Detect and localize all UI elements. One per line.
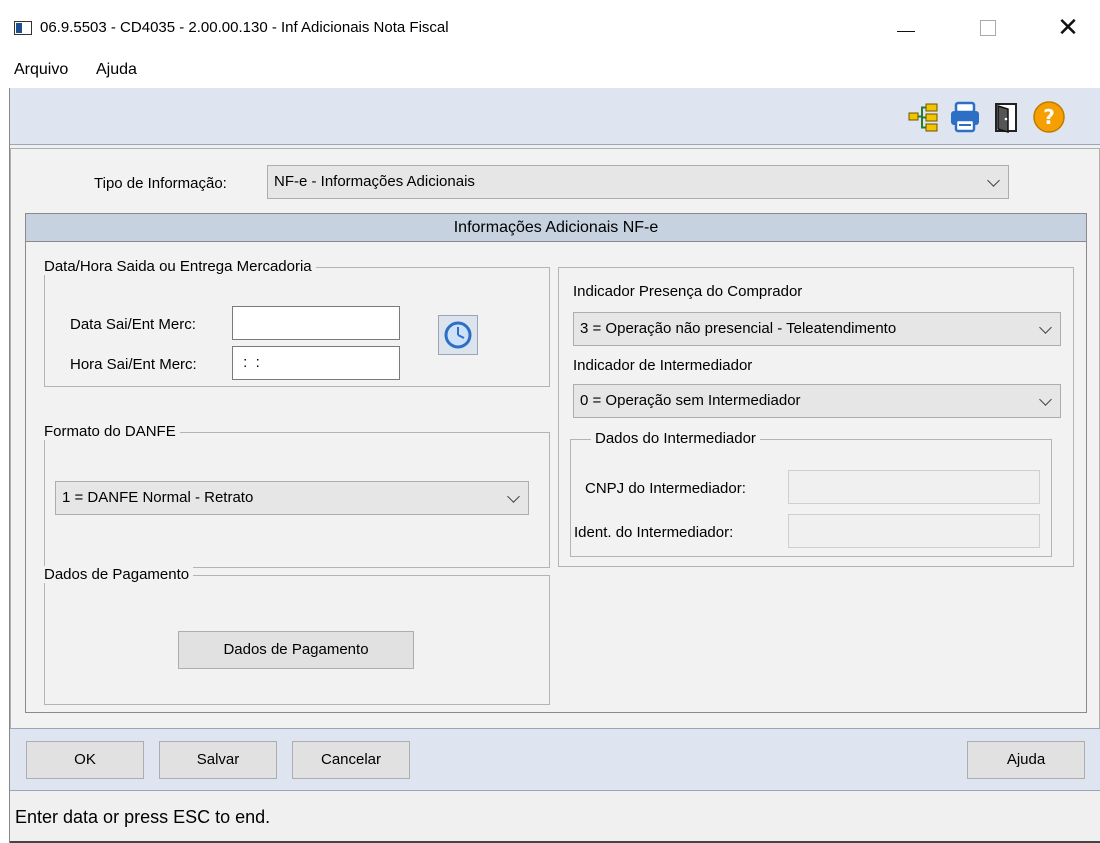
presenca-label: Indicador Presença do Comprador — [573, 283, 803, 300]
tipo-informacao-value: NF-e - Informações Adicionais — [274, 173, 475, 190]
chevron-down-icon — [507, 490, 520, 503]
formato-danfe-value: 1 = DANFE Normal - Retrato — [62, 489, 254, 506]
ident-label: Ident. do Intermediador: — [574, 524, 734, 541]
chevron-down-icon — [1039, 321, 1052, 334]
menu-bar: Arquivo Ajuda — [0, 56, 1100, 88]
tipo-informacao-label: Tipo de Informação: — [94, 175, 227, 192]
form-content: Tipo de Informação: NF-e - Informações A… — [10, 148, 1100, 766]
menu-arquivo[interactable]: Arquivo — [14, 61, 68, 79]
dados-intermediador-title: Dados do Intermediador — [591, 430, 760, 447]
exit-door-icon[interactable] — [990, 100, 1024, 134]
intermediador-select[interactable]: 0 = Operação sem Intermediador — [573, 384, 1061, 418]
maximize-button[interactable] — [968, 10, 1008, 46]
status-text: Enter data or press ESC to end. — [15, 807, 271, 827]
formato-danfe-group: Formato do DANFE 1 = DANFE Normal - Retr… — [44, 423, 550, 568]
clock-button[interactable] — [438, 315, 478, 355]
intermediador-value: 0 = Operação sem Intermediador — [580, 392, 801, 409]
help-icon[interactable]: ? — [1032, 100, 1066, 134]
hora-input[interactable]: : : — [232, 346, 400, 380]
chevron-down-icon — [987, 174, 1000, 187]
data-input[interactable] — [232, 306, 400, 340]
formato-danfe-select[interactable]: 1 = DANFE Normal - Retrato — [55, 481, 529, 515]
save-button[interactable]: Salvar — [159, 741, 277, 779]
dados-intermediador-group: Dados do Intermediador CNPJ do Intermedi… — [570, 430, 1052, 557]
formato-danfe-title: Formato do DANFE — [44, 423, 180, 440]
window-title: 06.9.5503 - CD4035 - 2.00.00.130 - Inf A… — [40, 19, 449, 36]
dados-pagamento-group: Dados de Pagamento Dados de Pagamento — [44, 566, 550, 705]
dados-pagamento-button[interactable]: Dados de Pagamento — [178, 631, 414, 669]
ident-input[interactable] — [788, 514, 1040, 548]
presenca-value: 3 = Operação não presencial - Teleatendi… — [580, 320, 897, 337]
hora-label: Hora Sai/Ent Merc: — [70, 356, 197, 373]
cnpj-input[interactable] — [788, 470, 1040, 504]
intermediador-label: Indicador de Intermediador — [573, 357, 753, 374]
tree-structure-icon[interactable] — [906, 100, 940, 134]
panel-title: Informações Adicionais NF-e — [26, 214, 1086, 242]
minimize-button[interactable] — [886, 10, 926, 46]
data-hora-group: Data/Hora Saida ou Entrega Mercadoria Da… — [44, 258, 550, 387]
toolbar: ? — [10, 88, 1100, 145]
close-button[interactable]: ✕ — [1048, 10, 1088, 46]
button-bar: OK Salvar Cancelar Ajuda — [10, 728, 1100, 791]
ok-button[interactable]: OK — [26, 741, 144, 779]
chevron-down-icon — [1039, 393, 1052, 406]
cnpj-label: CNPJ do Intermediador: — [585, 480, 746, 497]
main-frame: ? Tipo de Informação: NF-e - Informações… — [9, 88, 1100, 843]
cancel-button[interactable]: Cancelar — [292, 741, 410, 779]
title-bar: 06.9.5503 - CD4035 - 2.00.00.130 - Inf A… — [0, 0, 1100, 56]
info-adicionais-panel: Informações Adicionais NF-e Data/Hora Sa… — [25, 213, 1087, 713]
svg-text:?: ? — [1043, 105, 1055, 129]
status-bar: Enter data or press ESC to end. — [10, 793, 1100, 843]
data-label: Data Sai/Ent Merc: — [70, 316, 196, 333]
data-hora-group-title: Data/Hora Saida ou Entrega Mercadoria — [44, 258, 316, 275]
menu-ajuda[interactable]: Ajuda — [96, 61, 137, 79]
presenca-select[interactable]: 3 = Operação não presencial - Teleatendi… — [573, 312, 1061, 346]
clock-icon — [444, 321, 472, 349]
dados-pagamento-title: Dados de Pagamento — [44, 566, 194, 583]
indicadores-group: Indicador Presença do Comprador 3 = Oper… — [558, 267, 1074, 567]
printer-icon[interactable] — [948, 100, 982, 134]
tipo-informacao-select[interactable]: NF-e - Informações Adicionais — [267, 165, 1009, 199]
app-icon — [14, 21, 32, 35]
help-button[interactable]: Ajuda — [967, 741, 1085, 779]
